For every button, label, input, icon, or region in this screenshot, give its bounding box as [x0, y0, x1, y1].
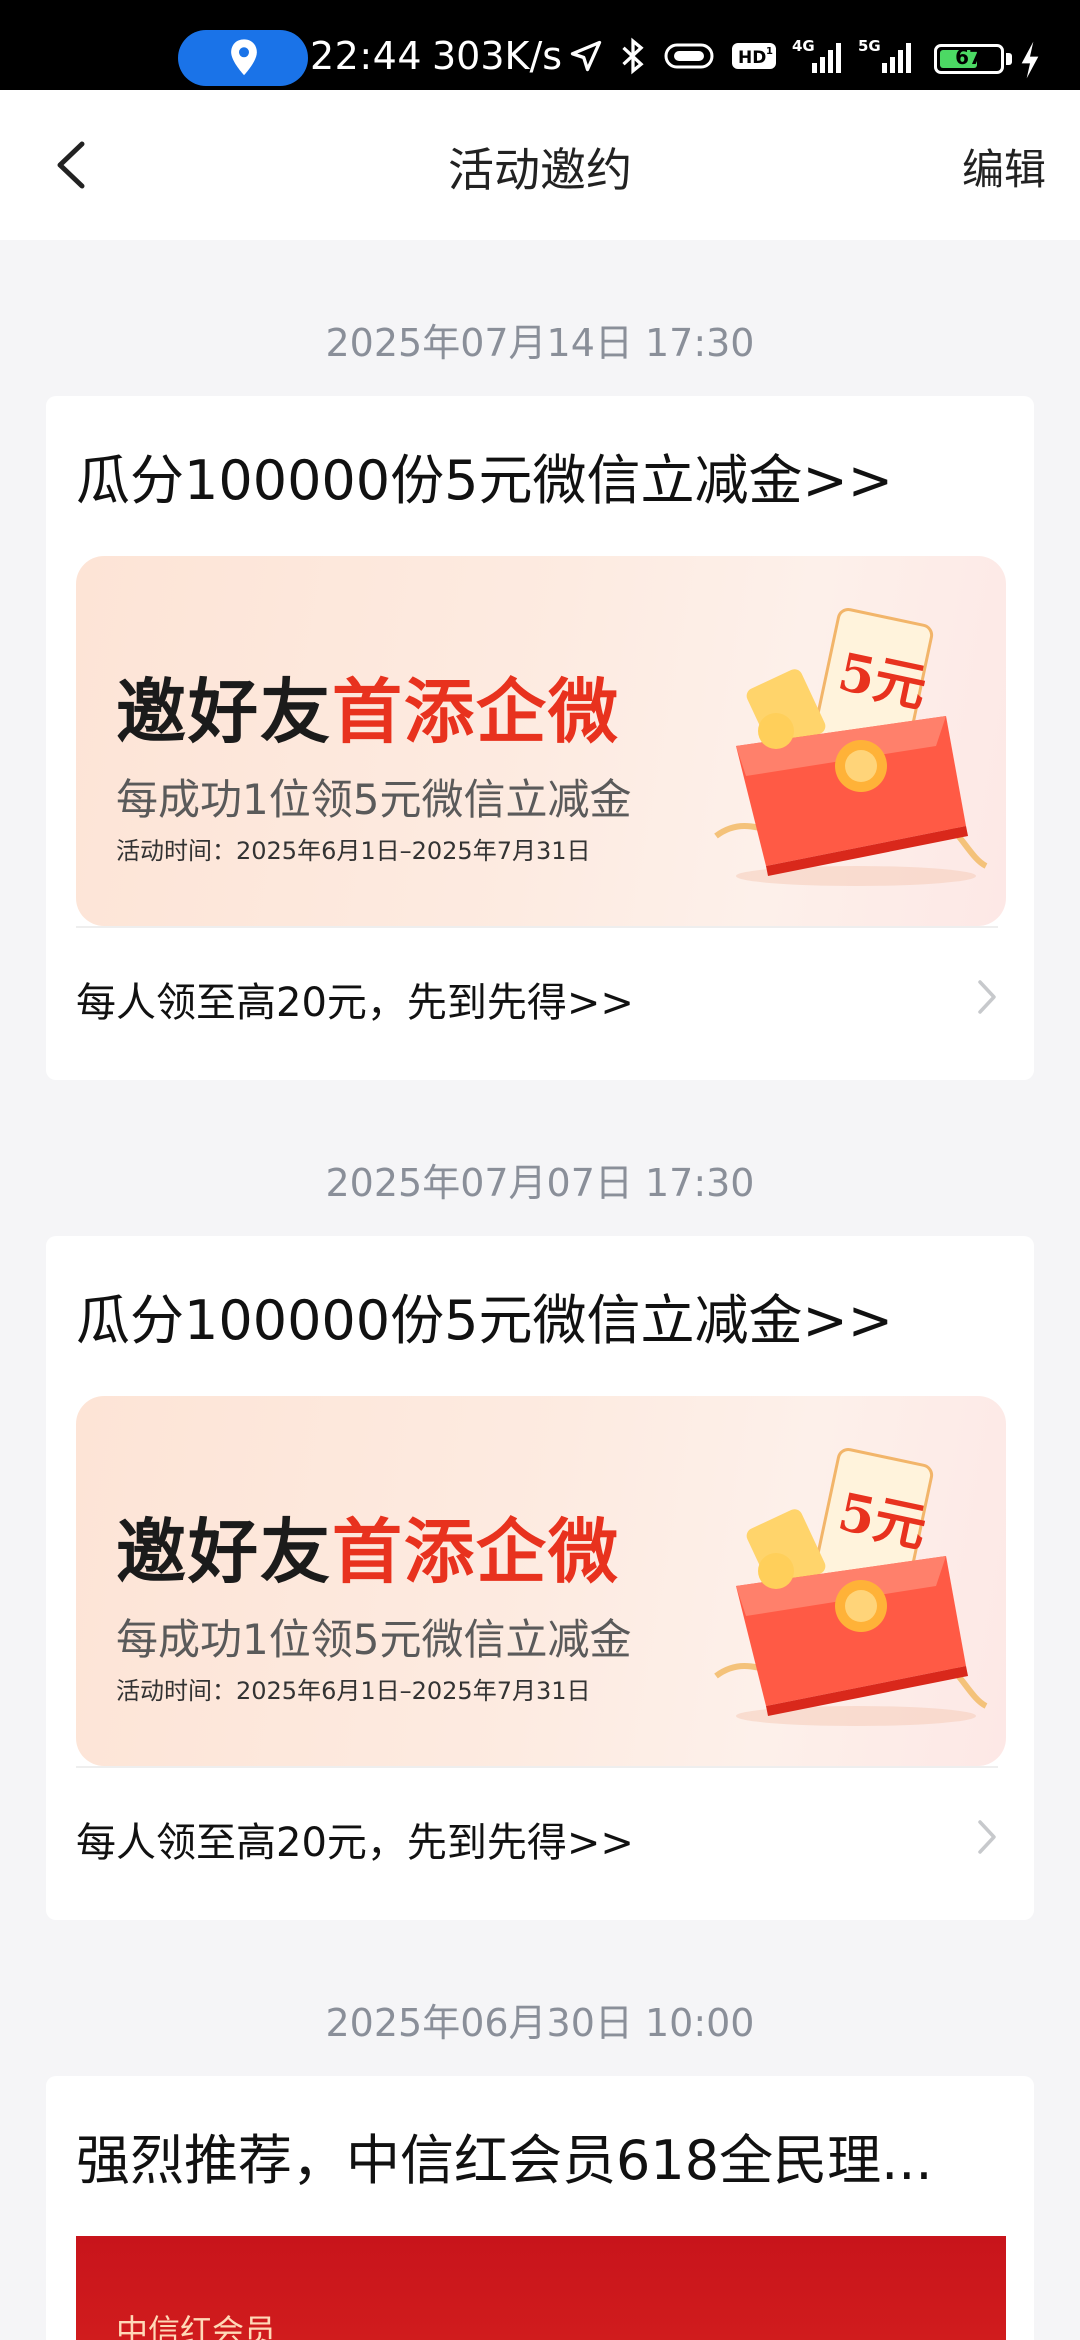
- status-time: 22:44: [310, 34, 423, 78]
- location-icon: [231, 39, 257, 76]
- banner-period: 活动时间：2025年6月1日–2025年7月31日: [116, 1677, 591, 1705]
- gift-box-icon: 5元: [714, 608, 988, 886]
- message-date: 2025年06月30日 10:00: [325, 2001, 755, 2045]
- location-pill[interactable]: [178, 30, 308, 86]
- card-footer[interactable]: 每人领至高20元，先到先得>>: [76, 970, 634, 1028]
- edit-button[interactable]: 编辑: [962, 136, 1046, 197]
- svg-text:1: 1: [766, 46, 773, 57]
- banner-text: 中信红会员: [116, 2312, 277, 2340]
- banner-headline: 邀好友首添企微: [116, 671, 620, 753]
- banner-headline: 邀好友首添企微: [116, 1511, 620, 1593]
- card-footer[interactable]: 每人领至高20元，先到先得>>: [76, 1810, 634, 1868]
- navigation-icon: [570, 40, 602, 72]
- banner-subtitle: 每成功1位领5元微信立减金: [116, 1615, 632, 1664]
- nav-header: 活动邀约 编辑: [0, 90, 1080, 240]
- divider: [76, 926, 998, 928]
- bluetooth-icon: [622, 37, 644, 75]
- divider: [76, 1766, 998, 1768]
- banner-period: 活动时间：2025年6月1日–2025年7月31日: [116, 837, 591, 865]
- activity-card[interactable]: 瓜分100000份5元微信立减金>> 邀好友首添企微 每成功1位领5元微信立减金…: [46, 1236, 1034, 1920]
- message-date: 2025年07月14日 17:30: [325, 321, 755, 365]
- banner-subtitle: 每成功1位领5元微信立减金: [116, 775, 632, 824]
- charging-icon: [1021, 41, 1039, 79]
- battery-level: 67: [955, 45, 983, 69]
- hd-icon: HD 1: [732, 43, 776, 69]
- gift-box-icon: 5元: [714, 1448, 988, 1726]
- network-speed: 303K/s: [432, 34, 563, 78]
- battery-tip: [1006, 53, 1012, 65]
- activity-card[interactable]: 瓜分100000份5元微信立减金>> 邀好友首添企微 每成功1位领5元微信立减金…: [46, 396, 1034, 1080]
- vibrate-icon: [664, 43, 714, 69]
- signal-4g-icon: 4G: [792, 37, 841, 73]
- card-title[interactable]: 强烈推荐，中信红会员618全民理...: [76, 2116, 976, 2195]
- message-date: 2025年07月07日 17:30: [325, 1161, 755, 1205]
- page-title: 活动邀约: [448, 143, 632, 197]
- promo-banner[interactable]: 中信红会员: [76, 2236, 1006, 2340]
- svg-text:4G: 4G: [792, 37, 815, 55]
- svg-text:5G: 5G: [858, 37, 881, 55]
- card-title[interactable]: 瓜分100000份5元微信立减金>>: [76, 436, 893, 515]
- svg-text:HD: HD: [738, 48, 766, 68]
- battery-icon: 67: [934, 44, 1004, 74]
- status-bar: 22:44 303K/s HD 1 4G 5G 67: [0, 0, 1080, 90]
- chevron-right-icon[interactable]: [976, 978, 998, 1016]
- promo-banner[interactable]: 邀好友首添企微 每成功1位领5元微信立减金 活动时间：2025年6月1日–202…: [76, 1396, 1006, 1766]
- activity-card[interactable]: 强烈推荐，中信红会员618全民理... 中信红会员: [46, 2076, 1034, 2340]
- chevron-right-icon[interactable]: [976, 1818, 998, 1856]
- promo-banner[interactable]: 邀好友首添企微 每成功1位领5元微信立减金 活动时间：2025年6月1日–202…: [76, 556, 1006, 926]
- signal-5g-icon: 5G: [858, 37, 911, 73]
- card-title[interactable]: 瓜分100000份5元微信立减金>>: [76, 1276, 893, 1355]
